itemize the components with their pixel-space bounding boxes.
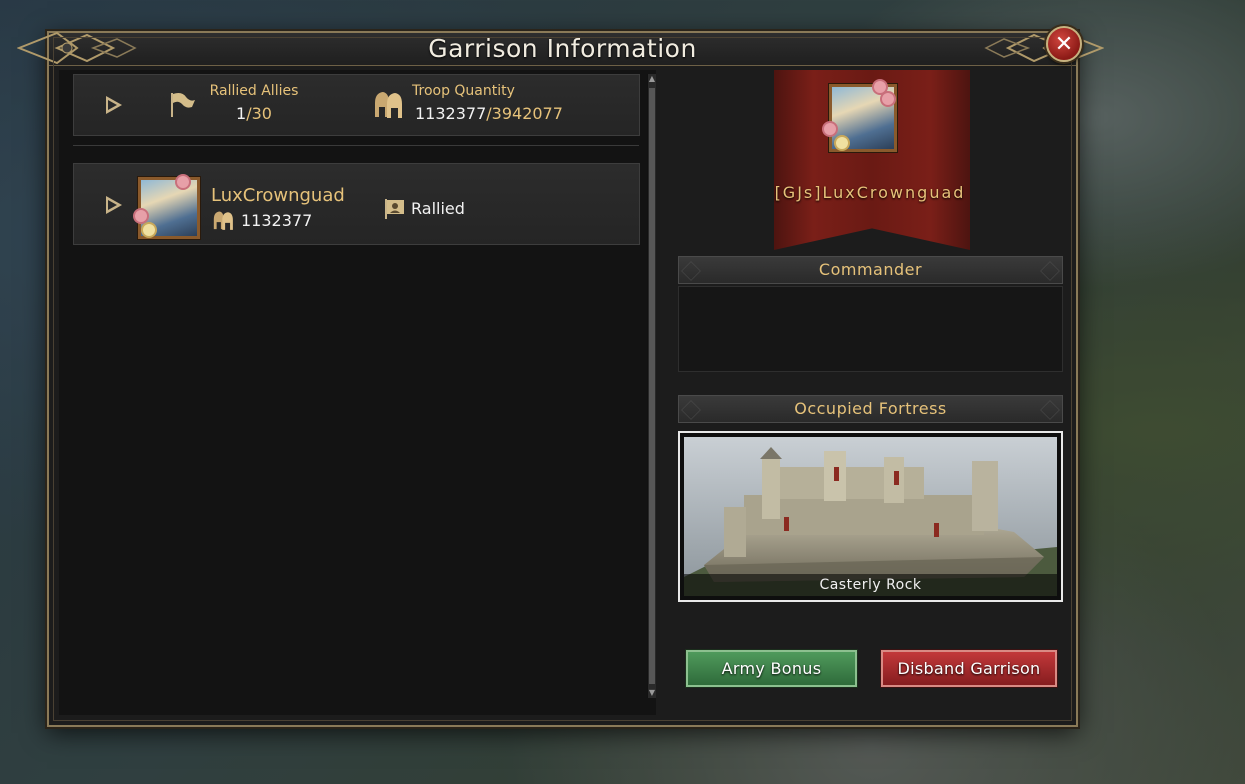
troop-quantity-count: 1132377/3942077 [415,104,563,123]
commander-slot[interactable] [678,286,1063,372]
title-ornament-right-icon [984,31,1104,65]
scroll-thumb[interactable] [649,88,655,684]
scroll-down-icon[interactable]: ▼ [648,689,656,697]
close-icon: ✕ [1054,32,1074,57]
expand-arrow-icon[interactable] [106,96,122,114]
army-bonus-button[interactable]: Army Bonus [686,650,857,687]
disband-garrison-button[interactable]: Disband Garrison [881,650,1057,687]
troop-quantity-label: Troop Quantity [412,83,515,99]
scroll-up-icon[interactable]: ▲ [648,75,656,83]
rallied-allies-label: Rallied Allies [209,83,299,99]
title-bar: Garrison Information [17,31,1104,66]
troops-helmet-icon [375,92,402,118]
close-button[interactable]: ✕ [1046,26,1082,62]
garrison-list-panel: Rallied Allies 1/30 Troop Quantity 11323… [59,70,656,715]
fortress-image [684,437,1057,596]
troop-max: 3942077 [491,104,563,123]
title-ornament-left-icon [17,31,137,65]
list-scrollbar[interactable]: ▲ ▼ [647,74,656,698]
rallied-max: 30 [251,104,272,123]
garrison-member-row[interactable]: LuxCrownguad 1132377 Rallied [73,163,640,245]
commander-name: [GJs]LuxCrownguad [774,183,966,202]
garrison-summary-row[interactable]: Rallied Allies 1/30 Troop Quantity 11323… [73,74,640,136]
member-status: Rallied [411,199,465,218]
rallied-status-icon [385,199,404,219]
fortress-card[interactable]: Casterly Rock [678,431,1063,602]
commander-section-header: Commander [678,256,1063,284]
rallied-current: 1 [236,104,247,123]
member-name: LuxCrownguad [211,185,345,206]
member-avatar[interactable] [135,176,200,239]
fortress-section-header: Occupied Fortress [678,395,1063,423]
member-troops: 1132377 [241,211,313,230]
fortress-name: Casterly Rock [684,574,1057,596]
member-troops-icon [213,211,233,230]
list-divider [73,145,639,146]
rallied-allies-count: 1/30 [236,104,272,123]
dialog-title: Garrison Information [428,34,697,63]
commander-avatar[interactable] [824,81,897,152]
member-expand-arrow-icon[interactable] [106,196,122,214]
rally-flag-icon [171,93,195,117]
troop-current: 1132377 [415,104,487,123]
